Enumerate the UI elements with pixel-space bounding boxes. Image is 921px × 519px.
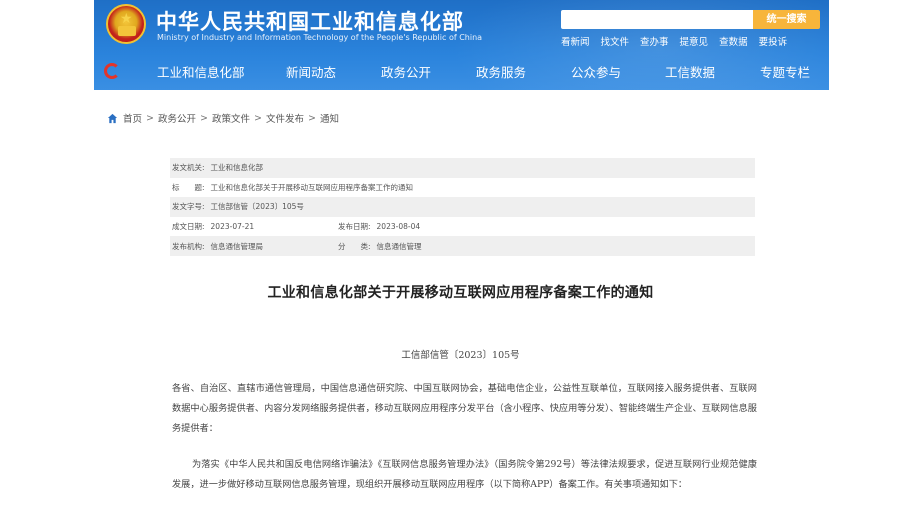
- meta-value: 工信部信管〔2023〕105号: [210, 202, 304, 212]
- nav-item-topics[interactable]: 专题专栏: [760, 62, 810, 81]
- meta-value: 信息通信管理: [376, 241, 422, 251]
- document-title: 工业和信息化部关于开展移动互联网应用程序备案工作的通知: [267, 285, 654, 301]
- nav-item-data[interactable]: 工信数据: [665, 62, 715, 81]
- document-number: 工信部信管〔2023〕105号: [401, 350, 520, 361]
- meta-label: 成文日期:: [172, 222, 205, 232]
- meta-value: 信息通信管理局: [210, 241, 264, 251]
- home-icon[interactable]: [107, 113, 118, 124]
- breadcrumb-notice[interactable]: 通知: [320, 111, 339, 125]
- nav-item-ministry[interactable]: 工业和信息化部: [157, 62, 245, 81]
- quick-link-news[interactable]: 看新闻: [561, 34, 590, 48]
- meta-value: 2023-07-21: [210, 222, 255, 232]
- meta-row-title: 标 题: 工业和信息化部关于开展移动互联网应用程序备案工作的通知: [170, 178, 755, 198]
- meta-row-agency: 发布机构: 信息通信管理局 分 类: 信息通信管理: [170, 236, 755, 256]
- meta-value: 工业和信息化部关于开展移动互联网应用程序备案工作的通知: [210, 182, 414, 192]
- nav-item-services[interactable]: 政务服务: [476, 62, 526, 81]
- meta-label: 发布机构:: [172, 241, 205, 251]
- document-paragraph: 各省、自治区、直辖市通信管理局，中国信息通信研究院、中国互联网协会，基础电信企业…: [172, 383, 757, 434]
- breadcrumb-home[interactable]: 首页: [123, 111, 142, 125]
- nav-item-public-affairs[interactable]: 政务公开: [381, 62, 431, 81]
- breadcrumb-separator: >: [146, 112, 154, 124]
- site-title[interactable]: 中华人民共和国工业和信息化部: [156, 6, 464, 36]
- nav-item-news[interactable]: 新闻动态: [286, 62, 336, 81]
- quick-link-services[interactable]: 查办事: [640, 34, 669, 48]
- site-subtitle: Ministry of Industry and Information Tec…: [157, 33, 483, 42]
- search-button[interactable]: 统一搜索: [753, 10, 820, 29]
- breadcrumb-separator: >: [200, 112, 208, 124]
- document-meta-table: 发文机关: 工业和信息化部 标 题: 工业和信息化部关于开展移动互联网应用程序备…: [170, 158, 755, 256]
- quick-link-files[interactable]: 找文件: [601, 34, 630, 48]
- breadcrumb-separator: >: [307, 112, 316, 124]
- meta-value: 工业和信息化部: [210, 163, 264, 173]
- miit-logo-icon[interactable]: [104, 63, 120, 79]
- meta-label: 发文机关:: [172, 163, 205, 173]
- meta-label: 发文字号:: [172, 202, 205, 212]
- meta-label: 发布日期:: [338, 222, 371, 232]
- quick-link-complaint[interactable]: 要投诉: [759, 34, 788, 48]
- nav-item-participation[interactable]: 公众参与: [571, 62, 621, 81]
- quick-links: 看新闻 找文件 查办事 提意见 查数据 要投诉: [561, 34, 798, 48]
- meta-row-issuer: 发文机关: 工业和信息化部: [170, 158, 755, 178]
- meta-row-doc-number: 发文字号: 工信部信管〔2023〕105号: [170, 197, 755, 217]
- meta-label: 分 类:: [338, 241, 371, 251]
- quick-link-data[interactable]: 查数据: [719, 34, 748, 48]
- search-input[interactable]: [561, 10, 753, 29]
- breadcrumb-separator: >: [253, 112, 262, 124]
- meta-label: 标 题:: [172, 182, 205, 192]
- meta-row-dates: 成文日期: 2023-07-21 发布日期: 2023-08-04: [170, 217, 755, 237]
- site-header: ★ 中华人民共和国工业和信息化部 Ministry of Industry an…: [94, 0, 829, 90]
- national-emblem-icon[interactable]: ★: [106, 4, 146, 44]
- breadcrumb: 首页 > 政务公开 > 政策文件 > 文件发布 > 通知: [107, 111, 339, 125]
- breadcrumb-public-affairs[interactable]: 政务公开: [158, 111, 196, 125]
- document-paragraph: 为落实《中华人民共和国反电信网络诈骗法》《互联网信息服务管理办法》（国务院令第2…: [172, 459, 757, 490]
- breadcrumb-file-release[interactable]: 文件发布: [266, 111, 304, 125]
- meta-value: 2023-08-04: [376, 222, 421, 232]
- breadcrumb-policy-files[interactable]: 政策文件: [212, 111, 250, 125]
- quick-link-feedback[interactable]: 提意见: [680, 34, 709, 48]
- main-nav: 工业和信息化部 新闻动态 政务公开 政务服务 公众参与 工信数据 专题专栏: [94, 54, 829, 86]
